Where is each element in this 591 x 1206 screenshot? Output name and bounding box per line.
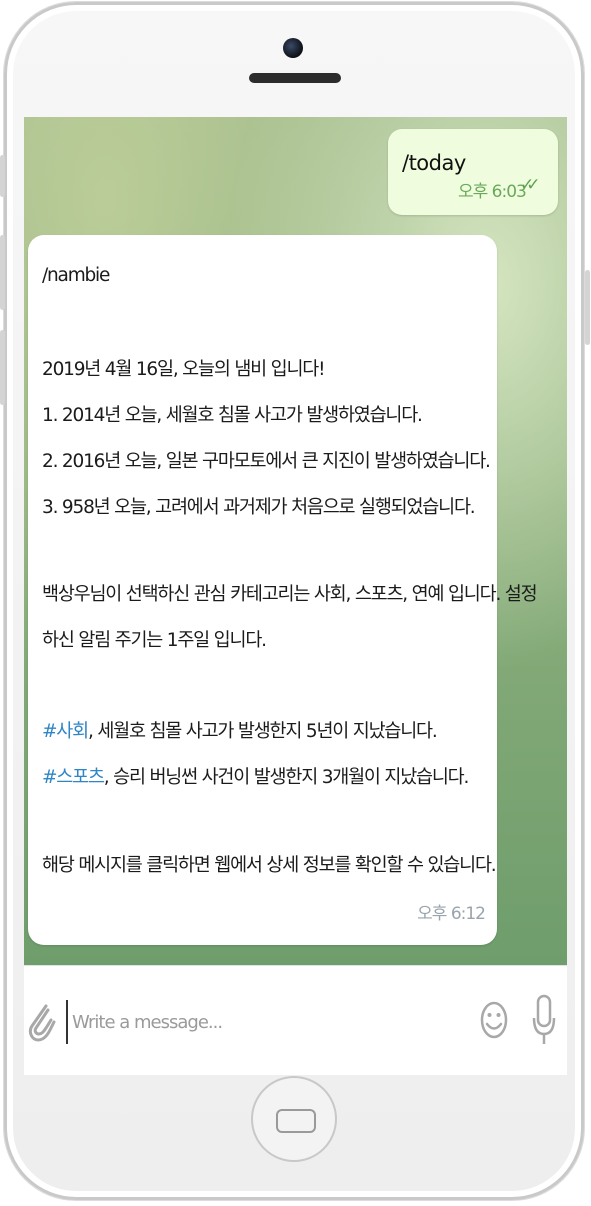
message-line-interval: 하신 알림 주기는 1주일 입니다. [42,630,267,651]
incoming-message[interactable]: /nambie 2019년 4월 16일, 오늘의 냄비 입니다! 1. 201… [28,235,538,945]
message-line-footer: 해당 메시지를 클릭하면 웹에서 상세 정보를 확인할 수 있습니다. [42,855,497,876]
earpiece-speaker [249,73,341,83]
double-check-icon: ✓✓ [520,175,540,195]
hashtag-text: , 세월호 침몰 사고가 발생한지 5년이 지났습니다. [87,721,438,742]
microphone-icon[interactable] [531,992,557,1048]
outgoing-message-text: /today [402,151,466,175]
message-line-command: /nambie [42,265,110,286]
home-square-icon [276,1109,316,1133]
incoming-message-time: 오후 6:12 [417,904,486,924]
message-line-event-1: 1. 2014년 오늘, 세월호 침몰 사고가 발생하였습니다. [42,405,423,426]
message-line-tag-society: #사회, 세월호 침몰 사고가 발생한지 5년이 지났습니다. [42,717,438,743]
hashtag-link[interactable]: #스포츠 [42,767,105,788]
paperclip-icon[interactable] [24,996,56,1046]
message-line-tag-sports: #스포츠, 승리 버닝썬 사건이 발생한지 3개월이 지났습니다. [42,763,470,789]
emoji-icon[interactable] [480,1000,508,1040]
power-button [585,270,590,345]
outgoing-message[interactable]: /today 오후 6:03 ✓✓ [388,129,558,215]
hashtag-link[interactable]: #사회 [42,721,89,742]
message-line-event-3: 3. 958년 오늘, 고려에서 과거제가 처음으로 실행되었습니다. [42,497,476,518]
volume-down-button [0,330,5,405]
mute-switch [0,155,5,197]
message-line-event-2: 2. 2016년 오늘, 일본 구마모토에서 큰 지진이 발생하였습니다. [42,451,491,472]
home-button[interactable] [251,1076,337,1162]
outgoing-message-time: 오후 6:03 [458,182,527,202]
volume-up-button [0,235,5,310]
text-cursor [66,1000,68,1044]
message-input[interactable] [70,1002,454,1042]
hashtag-text: , 승리 버닝썬 사건이 발생한지 3개월이 지났습니다. [103,767,470,788]
message-composer [24,965,567,1075]
chat-screen: /today 오후 6:03 ✓✓ /nambie 2019년 4월 16일, … [24,117,567,1075]
message-line-category: 백상우님이 선택하신 관심 카테고리는 사회, 스포츠, 연예 입니다. 설정 [42,584,538,605]
message-line-date: 2019년 4월 16일, 오늘의 냄비 입니다! [42,359,326,380]
front-camera [283,38,303,58]
